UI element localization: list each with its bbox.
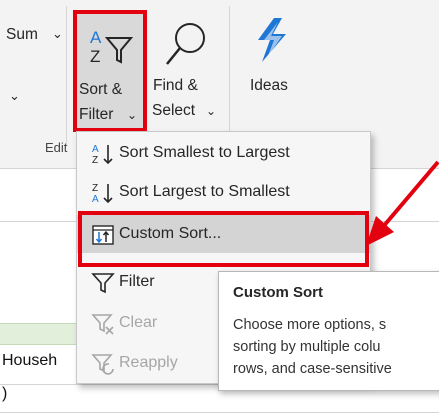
menu-item-sort-descending[interactable]: Z A Sort Largest to Smallest: [77, 175, 370, 212]
svg-text:Z: Z: [92, 183, 98, 194]
ideas-label: Ideas: [250, 77, 288, 94]
fill-dropdown-icon[interactable]: ⌄: [9, 88, 20, 104]
chevron-down-icon: ⌄: [206, 104, 217, 118]
cell-text[interactable]: ): [2, 385, 7, 403]
find-select-label-2: Select: [152, 102, 196, 119]
menu-item-label: Filter: [119, 273, 155, 290]
svg-text:A: A: [92, 144, 99, 155]
sort-filter-label-2: Filter: [79, 106, 114, 123]
autosum-dropdown-icon[interactable]: ⌄: [52, 26, 63, 42]
ideas-button[interactable]: Ideas: [238, 10, 300, 132]
editing-group-label: Edit: [45, 140, 68, 155]
sort-filter-label: Sort &: [79, 81, 123, 98]
reapply-filter-icon: [91, 354, 114, 375]
menu-item-sort-ascending[interactable]: A Z Sort Smallest to Largest: [77, 136, 370, 173]
svg-text:Z: Z: [90, 47, 100, 66]
pointer-arrow-icon: [366, 160, 439, 246]
svg-text:A: A: [92, 194, 99, 205]
ideas-lightning-icon: [258, 18, 286, 62]
sort-ascending-icon: A Z: [92, 144, 113, 166]
svg-text:A: A: [90, 28, 102, 47]
filter-icon: [91, 273, 115, 294]
group-separator: [66, 6, 67, 146]
magnifier-icon: [166, 23, 205, 65]
find-select-button[interactable]: Find & Select ⌄: [150, 10, 220, 132]
tooltip-body: Choose more options, s sorting by multip…: [233, 317, 392, 377]
custom-sort-highlight-box: [78, 211, 369, 267]
group-separator: [229, 6, 230, 146]
menu-item-label: Sort Smallest to Largest: [119, 144, 290, 161]
sort-descending-icon: Z A: [92, 183, 113, 205]
menu-item-label: Clear: [119, 314, 158, 331]
sort-filter-icon: A Z: [90, 28, 134, 66]
custom-sort-tooltip: Custom Sort Choose more options, s sorti…: [218, 271, 439, 391]
autosum-label[interactable]: Sum: [6, 26, 38, 44]
clear-filter-icon: [91, 314, 114, 335]
svg-text:Z: Z: [92, 155, 98, 166]
chevron-down-icon: ⌄: [127, 108, 138, 122]
cell-text[interactable]: Househ: [2, 352, 57, 370]
menu-item-label: Sort Largest to Smallest: [119, 183, 290, 200]
tooltip-title: Custom Sort: [233, 284, 323, 301]
menu-item-label: Reapply: [119, 354, 178, 371]
sort-filter-button[interactable]: A Z Sort & Filter ⌄: [73, 10, 147, 132]
find-select-label: Find &: [153, 77, 198, 94]
